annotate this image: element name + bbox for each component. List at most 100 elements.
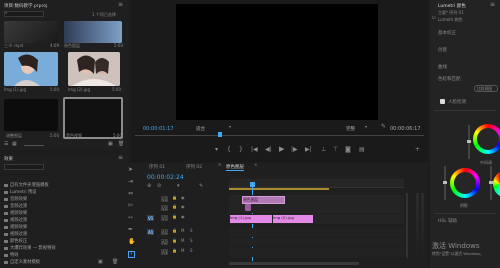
track-label-v3[interactable]: V3 xyxy=(161,196,168,202)
timeline-clip-img1[interactable]: Img (1).jpg xyxy=(230,215,272,223)
mute-icon[interactable]: M xyxy=(181,239,184,243)
sequence-timecode[interactable]: 00:00:02:24 xyxy=(147,174,184,181)
goto-out-icon[interactable]: ▶| xyxy=(305,147,312,153)
effect-folder[interactable]: 大爆炸效果 — 影视特效 xyxy=(4,245,56,251)
wheel-slider[interactable] xyxy=(443,166,447,200)
lumetri-header-tab[interactable]: 主要* 序列 01 xyxy=(438,10,464,16)
project-tab[interactable]: 项目:数码教学.prproj xyxy=(4,3,47,9)
pen-tool-icon[interactable]: ✒ xyxy=(128,227,133,233)
clip-thumb-img2[interactable] xyxy=(68,52,120,86)
effect-folder[interactable]: 音频过渡 xyxy=(4,203,27,209)
step-back-icon[interactable]: ◀| xyxy=(265,147,272,153)
eye-icon[interactable]: ◉ xyxy=(181,215,185,219)
mute-icon[interactable]: M xyxy=(181,249,184,253)
time-ruler[interactable] xyxy=(229,179,404,188)
solo-icon[interactable]: S xyxy=(190,249,193,253)
playhead-marker[interactable] xyxy=(218,132,222,137)
type-tool-icon[interactable]: T xyxy=(128,251,136,258)
effects-tab[interactable]: 效果 xyxy=(4,156,13,162)
compare-icon[interactable]: ▤ xyxy=(359,147,365,153)
highlights-wheel[interactable] xyxy=(493,170,500,198)
track-lane[interactable] xyxy=(229,248,404,257)
close-icon[interactable]: × xyxy=(254,163,257,167)
clip-thumb-mp4[interactable] xyxy=(4,21,58,43)
link-icon[interactable]: ⊘ xyxy=(157,184,161,189)
effect-folder[interactable]: 自定义素材模板 xyxy=(4,259,40,265)
slider-knob[interactable] xyxy=(443,181,447,184)
vertical-scrollbar[interactable] xyxy=(406,193,408,258)
track-source-a1[interactable]: A1 xyxy=(147,229,154,235)
eye-icon[interactable]: ☑ xyxy=(432,16,436,20)
snap-icon[interactable]: ⊕ xyxy=(147,184,151,189)
section-creative[interactable]: 创意 xyxy=(438,47,447,53)
timeline-scrollbar[interactable] xyxy=(229,262,359,265)
face-detect-checkbox[interactable] xyxy=(440,99,445,104)
settings-icon[interactable]: ✎ xyxy=(381,124,386,130)
timecode-current[interactable]: 00:00:01:17 xyxy=(143,126,174,132)
selection-tool-icon[interactable]: ➤ xyxy=(128,167,133,173)
trash-icon[interactable]: 🗑 xyxy=(118,142,124,147)
track-label-a1[interactable]: A1 xyxy=(161,229,168,235)
wheel-slider[interactable] xyxy=(489,166,493,200)
playhead-bar[interactable] xyxy=(135,135,424,136)
new-bin-icon[interactable]: ▣ xyxy=(98,260,103,265)
shadows-wheel[interactable] xyxy=(450,168,480,198)
track-label-v1[interactable]: V1 xyxy=(161,215,168,221)
close-icon[interactable]: × xyxy=(218,163,221,167)
slip-tool-icon[interactable]: ⇿ xyxy=(128,215,133,221)
timeline-tab[interactable]: 序列 01 xyxy=(149,164,165,170)
play-icon[interactable]: ▶ xyxy=(279,146,284,153)
menu-icon[interactable]: ≡ xyxy=(490,2,495,8)
lock-icon[interactable]: 🔒 xyxy=(172,196,177,200)
lock-icon[interactable]: 🔒 xyxy=(172,239,177,243)
slider-knob[interactable] xyxy=(467,140,471,143)
effect-folder[interactable]: Lumetri 预设 xyxy=(4,189,36,195)
extract-icon[interactable]: ⊤ xyxy=(333,147,338,153)
clip-thumb-img1[interactable] xyxy=(4,52,58,86)
quality-select[interactable]: 完整 xyxy=(346,126,355,132)
list-view-icon[interactable]: ☰ xyxy=(4,142,8,147)
goto-in-icon[interactable]: |◀ xyxy=(251,147,258,153)
eye-icon[interactable]: ◉ xyxy=(181,205,185,209)
icon-view-icon[interactable]: ▦ xyxy=(12,142,17,147)
eye-icon[interactable]: ◉ xyxy=(181,196,185,200)
track-lane[interactable] xyxy=(229,204,404,213)
effect-folder[interactable]: 音频效果 xyxy=(4,196,27,202)
lumetri-tab[interactable]: Lumetri 颜色 xyxy=(438,3,466,9)
playhead-head[interactable] xyxy=(250,182,255,187)
effect-folder[interactable]: 特效 xyxy=(4,252,19,258)
work-area-bar[interactable] xyxy=(229,188,329,190)
marker-icon[interactable]: ▾ xyxy=(177,184,180,189)
razor-tool-icon[interactable]: ✄ xyxy=(128,203,133,209)
timeline-tab-active[interactable]: 原色图层 xyxy=(226,164,244,171)
lock-icon[interactable]: 🔒 xyxy=(172,215,177,219)
new-item-icon[interactable]: ▣ xyxy=(108,142,113,147)
trash-icon[interactable]: 🗑 xyxy=(112,260,118,265)
zoom-slider[interactable] xyxy=(24,145,44,146)
lock-icon[interactable]: 🔒 xyxy=(172,229,177,233)
clip-thumb-color[interactable] xyxy=(64,21,122,43)
solo-icon[interactable]: S xyxy=(190,239,193,243)
track-label-v2[interactable]: V2 xyxy=(161,205,168,211)
out-point-icon[interactable]: } xyxy=(239,147,243,153)
effect-folder[interactable]: 视频过渡 xyxy=(4,231,27,237)
effect-folder[interactable]: 视频效果 xyxy=(4,210,27,216)
track-target-v1[interactable]: V1 xyxy=(147,215,154,221)
clip-thumb-adjust[interactable] xyxy=(4,99,58,131)
hand-tool-icon[interactable]: ✋ xyxy=(128,239,135,245)
in-point-icon[interactable]: { xyxy=(227,147,231,153)
timeline-clip-color[interactable]: 原色图层 xyxy=(242,196,285,204)
track-lane[interactable] xyxy=(229,238,404,247)
menu-icon[interactable]: ≡ xyxy=(118,155,123,161)
solo-icon[interactable]: S xyxy=(190,229,193,233)
effect-folder[interactable]: 视频过渡 xyxy=(4,217,27,223)
ripple-edit-icon[interactable]: ⇔ xyxy=(128,191,133,197)
timeline-tab[interactable]: 序列 02 xyxy=(186,164,202,170)
track-lane[interactable] xyxy=(229,228,404,237)
section-curves[interactable]: 曲线 xyxy=(438,64,447,70)
track-label-a2[interactable]: A2 xyxy=(161,239,168,245)
lock-icon[interactable]: 🔒 xyxy=(172,249,177,253)
fit-select[interactable]: 适合 xyxy=(196,126,205,132)
effects-search[interactable] xyxy=(4,164,44,170)
marker-icon[interactable]: ▾ xyxy=(215,147,218,153)
